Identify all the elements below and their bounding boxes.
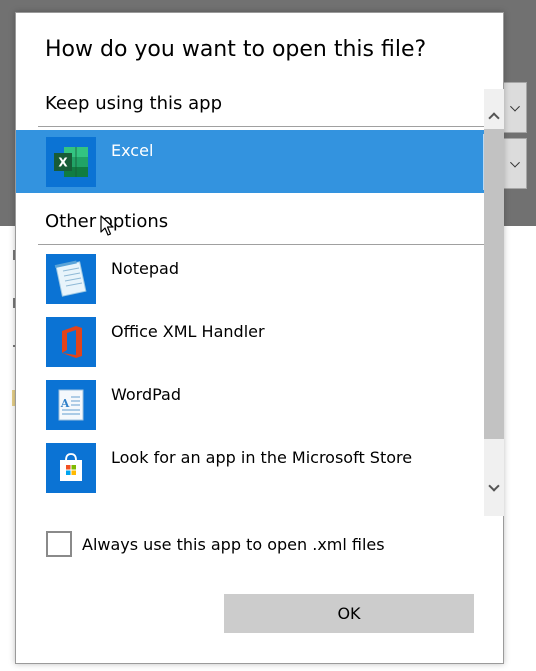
microsoft-store-icon (46, 443, 96, 493)
excel-icon: X (46, 137, 96, 187)
chevron-up-icon (488, 112, 500, 124)
app-option-excel[interactable]: X Excel (16, 130, 484, 193)
always-use-label: Always use this app to open .xml files (82, 534, 385, 554)
app-option-label: Office XML Handler (111, 322, 265, 341)
office-xml-handler-icon (46, 317, 96, 367)
divider (38, 244, 484, 245)
always-use-option[interactable]: Always use this app to open .xml files (46, 531, 385, 557)
chevron-down-icon (510, 157, 520, 168)
ok-button[interactable]: OK (224, 594, 474, 633)
app-option-notepad[interactable]: Notepad (16, 248, 484, 311)
background-dropdown-button (503, 138, 527, 189)
always-use-checkbox[interactable] (46, 531, 72, 557)
scroll-up-button[interactable] (484, 103, 504, 129)
app-list-scrollbar[interactable] (484, 89, 504, 516)
open-with-dialog: How do you want to open this file? Keep … (15, 12, 504, 664)
scroll-down-button[interactable] (484, 475, 504, 501)
app-option-label: Excel (111, 141, 154, 160)
app-option-wordpad[interactable]: A WordPad (16, 374, 484, 437)
app-option-office-xml-handler[interactable]: Office XML Handler (16, 311, 484, 374)
dialog-title: How do you want to open this file? (45, 37, 427, 62)
svg-text:A: A (60, 397, 70, 410)
chevron-down-icon (510, 101, 520, 112)
keep-using-heading: Keep using this app (45, 93, 222, 114)
scroll-thumb[interactable] (484, 129, 504, 439)
background-dropdown-button (503, 82, 527, 133)
app-option-microsoft-store[interactable]: Look for an app in the Microsoft Store (16, 437, 484, 500)
divider (38, 126, 484, 127)
chevron-down-icon (488, 480, 500, 492)
svg-text:X: X (58, 156, 68, 170)
app-option-label: Notepad (111, 259, 179, 278)
notepad-icon (46, 254, 96, 304)
app-option-label: WordPad (111, 385, 182, 404)
wordpad-icon: A (46, 380, 96, 430)
app-option-label: Look for an app in the Microsoft Store (111, 448, 413, 467)
mouse-cursor-icon (100, 215, 114, 236)
